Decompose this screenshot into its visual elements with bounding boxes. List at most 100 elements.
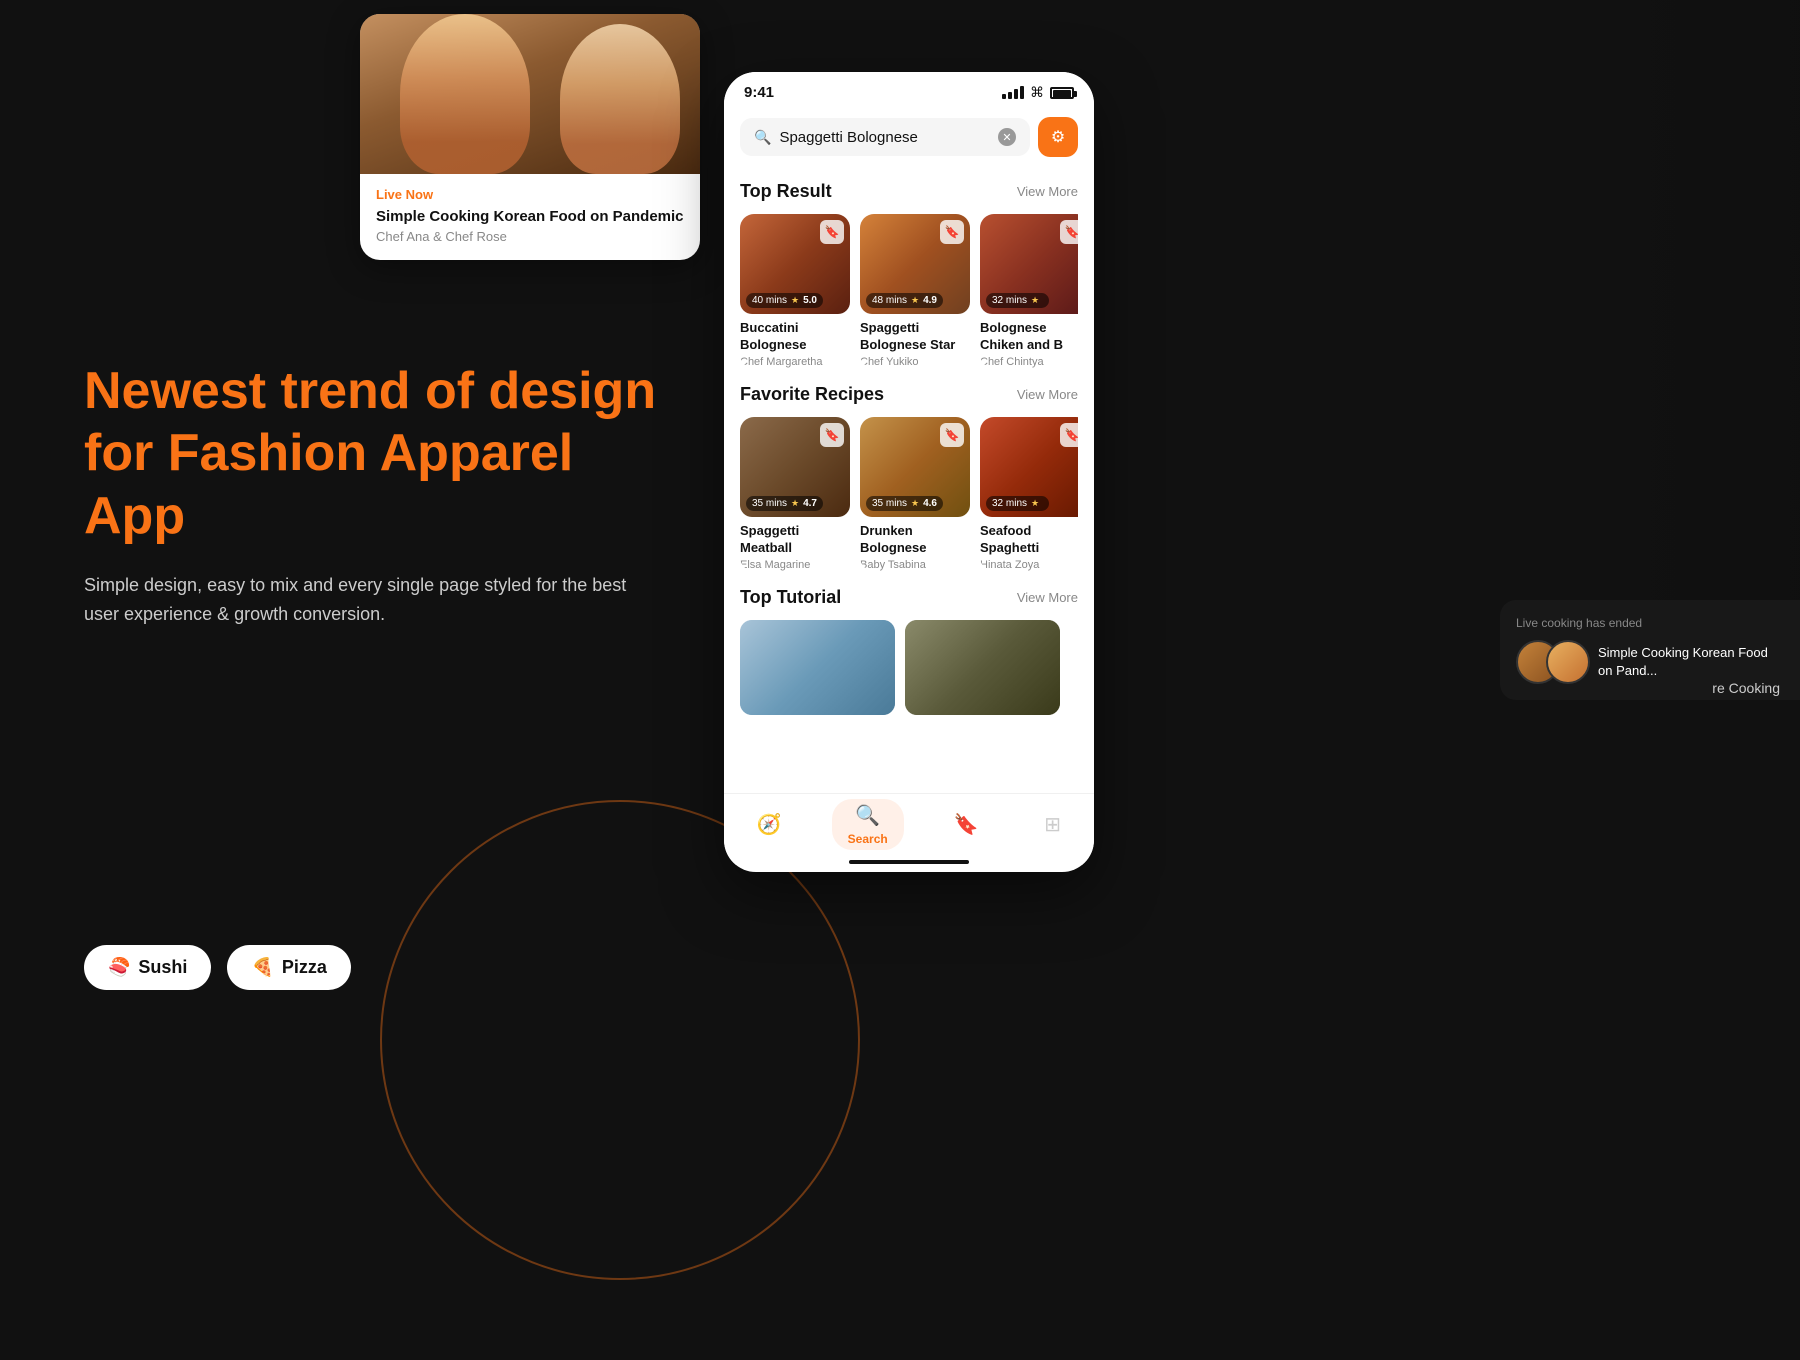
recipe-time: 35 mins	[872, 498, 907, 509]
pizza-button[interactable]: 🍕 Pizza	[227, 945, 350, 990]
nav-bookmark-icon: 🔖	[954, 812, 979, 837]
live-card-people	[360, 14, 700, 174]
recipe-card[interactable]: 🔖 35 mins ★ 4.6 Drunken Bolognese Baby T…	[860, 417, 970, 571]
recipe-overlay: 32 mins ★	[986, 293, 1049, 308]
search-container: 🔍 Spaggetti Bolognese ✕ ⚙	[724, 109, 1094, 165]
recipe-image: 🔖 32 mins ★	[980, 417, 1078, 517]
sub-text: Simple design, easy to mix and every sin…	[84, 571, 664, 629]
recipe-name: Bolognese Chiken and B	[980, 320, 1078, 354]
live-card-title: Simple Cooking Korean Food on Pandemic	[376, 208, 684, 225]
favorite-recipes-title: Favorite Recipes	[740, 384, 884, 405]
search-input-text: Spaggetti Bolognese	[779, 129, 990, 146]
notification-content: Simple Cooking Korean Food on Pand...	[1516, 640, 1784, 684]
favorite-recipes-view-more[interactable]: View More	[1017, 387, 1078, 402]
filter-button[interactable]: ⚙	[1038, 117, 1078, 157]
home-indicator	[849, 860, 969, 864]
live-card-chef: Chef Ana & Chef Rose	[376, 229, 684, 244]
recipe-overlay: 40 mins ★ 5.0	[746, 293, 823, 308]
top-result-row: 🔖 40 mins ★ 5.0 Buccatini Bolognese Chef…	[740, 214, 1078, 368]
nav-home[interactable]: 🧭	[741, 808, 798, 841]
recipe-image: 🔖 35 mins ★ 4.6	[860, 417, 970, 517]
search-clear-button[interactable]: ✕	[998, 128, 1016, 146]
live-badge: Live Now	[376, 187, 433, 202]
bar4	[1020, 86, 1024, 99]
cooking-label: re Cooking	[1712, 680, 1780, 696]
recipe-star: ★	[791, 295, 799, 306]
recipe-time: 40 mins	[752, 295, 787, 306]
recipe-image: 🔖 35 mins ★ 4.7	[740, 417, 850, 517]
recipe-chef: Baby Tsabina	[860, 559, 970, 571]
circle-decoration	[380, 800, 860, 1280]
recipe-card[interactable]: 🔖 40 mins ★ 5.0 Buccatini Bolognese Chef…	[740, 214, 850, 368]
search-bar[interactable]: 🔍 Spaggetti Bolognese ✕	[740, 118, 1030, 156]
recipe-overlay: 32 mins ★	[986, 496, 1049, 511]
recipe-overlay: 35 mins ★ 4.7	[746, 496, 823, 511]
live-card-image	[360, 14, 700, 174]
bookmark-icon[interactable]: 🔖	[820, 423, 844, 447]
recipe-name: Seafood Spaghetti	[980, 523, 1078, 557]
recipe-rating: 4.6	[923, 498, 937, 509]
recipe-card[interactable]: 🔖 32 mins ★ Bolognese Chiken and B Chef …	[980, 214, 1078, 368]
recipe-name: Spaggetti Meatball	[740, 523, 850, 557]
battery-icon	[1050, 87, 1074, 99]
nav-grid[interactable]: ⊞	[1028, 808, 1077, 841]
recipe-overlay: 48 mins ★ 4.9	[866, 293, 943, 308]
top-tutorial-header: Top Tutorial View More	[740, 587, 1078, 608]
recipe-card[interactable]: 🔖 35 mins ★ 4.7 Spaggetti Meatball Elsa …	[740, 417, 850, 571]
recipe-rating: 4.9	[923, 295, 937, 306]
recipe-overlay: 35 mins ★ 4.6	[866, 496, 943, 511]
recipe-chef: Hinata Zoya	[980, 559, 1078, 571]
main-heading: Newest trend of design for Fashion Appar…	[84, 360, 664, 547]
notification-ended-text: Live cooking has ended	[1516, 616, 1784, 630]
live-card-content: Live Now Simple Cooking Korean Food on P…	[360, 174, 700, 260]
status-time: 9:41	[744, 84, 774, 101]
nav-bookmark[interactable]: 🔖	[938, 808, 995, 841]
sushi-button[interactable]: 🍣 Sushi	[84, 945, 211, 990]
status-icons: ⌘	[1002, 84, 1074, 101]
wifi-icon: ⌘	[1030, 84, 1044, 101]
nav-search-label: Search	[848, 832, 888, 846]
recipe-card[interactable]: 🔖 48 mins ★ 4.9 Spaggetti Bolognese Star…	[860, 214, 970, 368]
bookmark-icon[interactable]: 🔖	[1060, 220, 1078, 244]
recipe-star: ★	[911, 295, 919, 306]
recipe-star: ★	[791, 498, 799, 509]
bar2	[1008, 92, 1012, 99]
top-result-header: Top Result View More	[740, 181, 1078, 202]
tutorial-card-1[interactable]	[740, 620, 895, 715]
recipe-chef: Chef Chintya	[980, 356, 1078, 368]
sushi-icon: 🍣	[108, 957, 130, 978]
bar3	[1014, 89, 1018, 99]
recipe-name: Buccatini Bolognese	[740, 320, 850, 354]
nav-home-icon: 🧭	[757, 812, 782, 837]
bookmark-icon[interactable]: 🔖	[940, 423, 964, 447]
bookmark-icon[interactable]: 🔖	[820, 220, 844, 244]
recipe-star: ★	[1031, 295, 1039, 306]
recipe-card[interactable]: 🔖 32 mins ★ Seafood Spaghetti Hinata Zoy…	[980, 417, 1078, 571]
recipe-time: 32 mins	[992, 498, 1027, 509]
sushi-label: Sushi	[138, 957, 187, 978]
bar1	[1002, 94, 1006, 99]
top-result-view-more[interactable]: View More	[1017, 184, 1078, 199]
nav-search[interactable]: 🔍 Search	[832, 799, 904, 850]
recipe-image: 🔖 48 mins ★ 4.9	[860, 214, 970, 314]
recipe-time: 35 mins	[752, 498, 787, 509]
live-card[interactable]: Live Now Simple Cooking Korean Food on P…	[360, 14, 700, 260]
avatar-2	[1546, 640, 1590, 684]
nav-grid-icon: ⊞	[1044, 812, 1061, 837]
phone-content: Top Result View More 🔖 40 mins ★ 5.0 Buc…	[724, 165, 1094, 793]
tutorial-card-2[interactable]	[905, 620, 1060, 715]
bookmark-icon[interactable]: 🔖	[1060, 423, 1078, 447]
signal-bars	[1002, 86, 1024, 99]
pizza-icon: 🍕	[251, 957, 273, 978]
search-query-icon: 🔍	[754, 129, 771, 146]
favorite-recipes-header: Favorite Recipes View More	[740, 384, 1078, 405]
favorite-recipes-row: 🔖 35 mins ★ 4.7 Spaggetti Meatball Elsa …	[740, 417, 1078, 571]
notification-text: Simple Cooking Korean Food on Pand...	[1598, 644, 1784, 680]
bookmark-icon[interactable]: 🔖	[940, 220, 964, 244]
recipe-chef: Chef Yukiko	[860, 356, 970, 368]
phone-mockup: 9:41 ⌘ 🔍 Spaggetti Bolognese ✕ ⚙	[724, 72, 1094, 872]
top-tutorial-view-more[interactable]: View More	[1017, 590, 1078, 605]
recipe-star: ★	[1031, 498, 1039, 509]
bottom-nav: 🧭 🔍 Search 🔖 ⊞	[724, 793, 1094, 865]
top-result-title: Top Result	[740, 181, 832, 202]
